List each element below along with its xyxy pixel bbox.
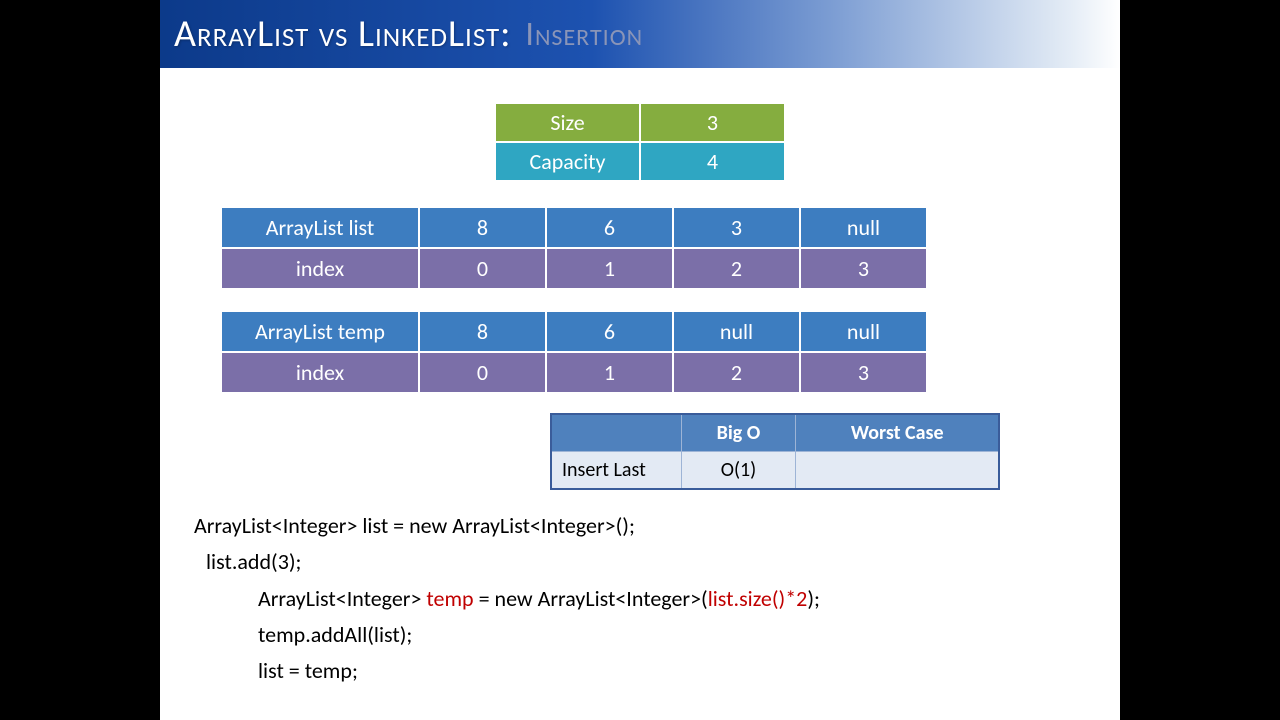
title-main: ArrayList vs LinkedList: bbox=[174, 11, 511, 57]
slide: ArrayList vs LinkedList: Insertion Size … bbox=[160, 0, 1120, 720]
arr1-label: ArrayList list bbox=[221, 207, 419, 248]
arr2-idx-label: index bbox=[221, 352, 419, 393]
code-line-5: list = temp; bbox=[194, 653, 820, 689]
arr2-v0: 8 bbox=[419, 311, 546, 352]
code-block: ArrayList<Integer> list = new ArrayList<… bbox=[194, 508, 820, 689]
arr2-i0: 0 bbox=[419, 352, 546, 393]
bigo-table: Big O Worst Case Insert Last O(1) bbox=[550, 413, 1000, 490]
code-l3a: ArrayList<Integer> bbox=[258, 585, 426, 612]
arraylist-temp-table: ArrayList temp 8 6 null null index 0 1 2… bbox=[220, 310, 928, 394]
bigo-h3: Worst Case bbox=[796, 414, 999, 452]
arr1-v2: 3 bbox=[673, 207, 800, 248]
arr1-i0: 0 bbox=[419, 248, 546, 289]
bigo-h2: Big O bbox=[681, 414, 796, 452]
bigo-r1c3 bbox=[796, 452, 999, 490]
arr2-v2: null bbox=[673, 311, 800, 352]
code-line-2: list.add(3); bbox=[194, 544, 820, 580]
arr2-i2: 2 bbox=[673, 352, 800, 393]
bigo-h1 bbox=[551, 414, 681, 452]
size-label: Size bbox=[495, 103, 640, 142]
title-sub: Insertion bbox=[525, 14, 643, 55]
code-l3e: ); bbox=[807, 585, 820, 612]
arr2-v1: 6 bbox=[546, 311, 673, 352]
arr2-v3: null bbox=[800, 311, 927, 352]
size-capacity-table: Size 3 Capacity 4 bbox=[494, 102, 786, 182]
arr2-label: ArrayList temp bbox=[221, 311, 419, 352]
arr1-idx-label: index bbox=[221, 248, 419, 289]
capacity-value: 4 bbox=[640, 142, 785, 181]
arr1-i3: 3 bbox=[800, 248, 927, 289]
code-l3c: = new ArrayList<Integer>( bbox=[474, 585, 708, 612]
capacity-label: Capacity bbox=[495, 142, 640, 181]
code-line-1: ArrayList<Integer> list = new ArrayList<… bbox=[194, 508, 820, 544]
code-l3b: temp bbox=[426, 585, 473, 612]
size-value: 3 bbox=[640, 103, 785, 142]
bigo-r1c2: O(1) bbox=[681, 452, 796, 490]
arr1-i2: 2 bbox=[673, 248, 800, 289]
title-bar: ArrayList vs LinkedList: Insertion bbox=[160, 0, 1120, 68]
code-l3d: list.size()*2 bbox=[708, 585, 808, 612]
arr1-v3: null bbox=[800, 207, 927, 248]
code-line-3: ArrayList<Integer> temp = new ArrayList<… bbox=[194, 581, 820, 617]
arraylist-list-table: ArrayList list 8 6 3 null index 0 1 2 3 bbox=[220, 206, 928, 290]
arr1-v0: 8 bbox=[419, 207, 546, 248]
arr1-i1: 1 bbox=[546, 248, 673, 289]
bigo-r1c1: Insert Last bbox=[551, 452, 681, 490]
arr2-i3: 3 bbox=[800, 352, 927, 393]
arr1-v1: 6 bbox=[546, 207, 673, 248]
arr2-i1: 1 bbox=[546, 352, 673, 393]
code-line-4: temp.addAll(list); bbox=[194, 617, 820, 653]
